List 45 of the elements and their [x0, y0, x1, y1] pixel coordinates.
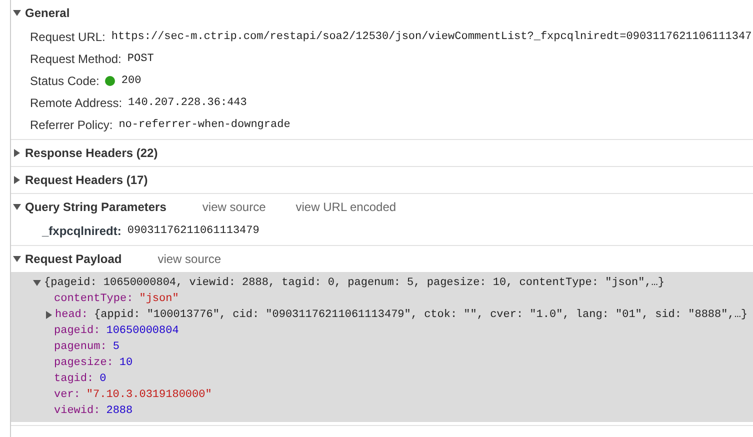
section-title[interactable]: Response Headers (22): [25, 146, 158, 160]
disclosure-triangle-icon[interactable]: [13, 10, 21, 16]
disclosure-triangle-icon[interactable]: [14, 149, 20, 157]
property-key: tagid:: [54, 373, 94, 385]
field-label: Request URL:: [30, 30, 106, 44]
property-value: 5: [112, 341, 120, 353]
object-summary: {pageid: 10650000804, viewid: 2888, tagid: 0, pagenum: 5, pagesize: 10, contentType: "json",…}: [44, 277, 665, 289]
property-value: 0: [100, 373, 106, 385]
property-key: pagenum:: [54, 341, 107, 353]
field-label: Status Code:: [30, 74, 100, 88]
view-source-link[interactable]: view URL encoded: [296, 200, 396, 214]
property-value: "7.10.3.0319180000": [86, 389, 212, 401]
property-key: viewid:: [54, 405, 100, 417]
section-title[interactable]: Request Headers (17): [25, 173, 148, 187]
property-value: 2888: [106, 405, 133, 417]
property-key: head:: [55, 309, 88, 321]
disclosure-triangle-icon[interactable]: [46, 311, 52, 319]
view-source-link[interactable]: view source: [202, 200, 266, 214]
field-label: _fxpcqlniredt:: [42, 224, 122, 238]
disclosure-triangle-icon[interactable]: [33, 280, 41, 286]
disclosure-triangle-icon[interactable]: [13, 204, 21, 210]
disclosure-triangle-icon[interactable]: [13, 256, 21, 262]
section-title[interactable]: Query String Parameters: [25, 200, 166, 214]
property-key: contentType:: [54, 293, 134, 305]
property-key: ver:: [54, 389, 80, 401]
property-value: 10: [119, 357, 133, 369]
field-value: no-referrer-when-downgrade: [118, 119, 290, 131]
field-value: https://sec-m.ctrip.com/restapi/soa2/12530/json/viewCommentList?_fxpcqlniredt=0903117621106111347: [111, 31, 752, 43]
property-value: 10650000804: [106, 325, 179, 337]
field-label: Request Method:: [30, 52, 122, 66]
field-value: 140.207.228.36:443: [128, 97, 247, 109]
disclosure-triangle-icon[interactable]: [14, 176, 20, 184]
field-value: 200: [121, 75, 142, 87]
field-label: Remote Address:: [30, 96, 122, 110]
section-title[interactable]: Request Payload: [25, 252, 122, 266]
property-value: "json": [139, 293, 179, 305]
view-source-link[interactable]: view source: [158, 252, 222, 266]
field-value: 09031176211061113479: [127, 225, 260, 237]
field-value: POST: [127, 53, 154, 65]
property-value: {appid: "100013776", cid: "09031176211061113479", ctok: "", cver: "1.0", lang: "01", sid: "8888",…}: [94, 309, 748, 321]
status-dot-icon: [105, 76, 116, 86]
section-title[interactable]: General: [25, 6, 70, 20]
field-label: Referrer Policy:: [30, 118, 113, 132]
property-key: pagesize:: [54, 357, 114, 369]
property-key: pageid:: [54, 325, 100, 337]
